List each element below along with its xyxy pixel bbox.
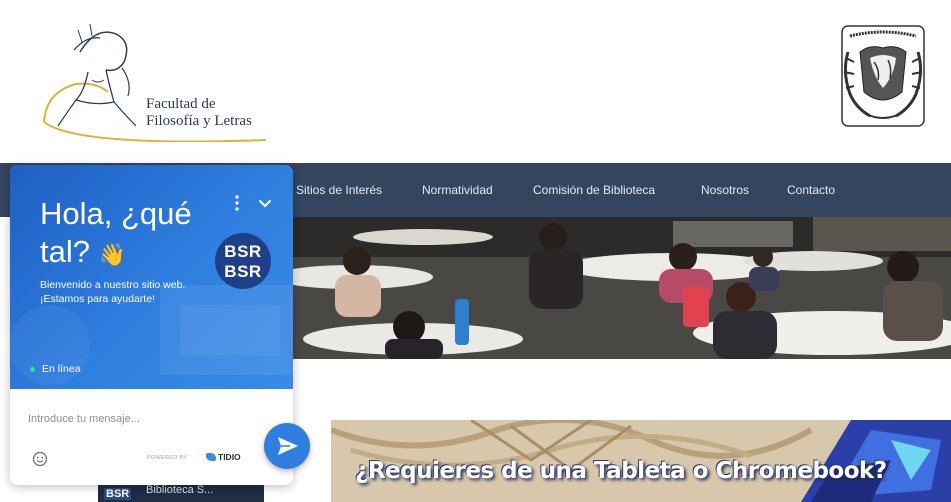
nav-item-normatividad[interactable]: Normatividad: [422, 183, 493, 197]
site-header: Facultad de Filosofía y Letras: [0, 0, 951, 163]
page: Facultad de Filosofía y Letras Sitios de…: [0, 0, 951, 502]
message-input[interactable]: [28, 410, 248, 428]
faculty-name: Facultad de Filosofía y Letras: [146, 96, 252, 130]
faculty-name-line2: Filosofía y Letras: [146, 113, 252, 129]
avatar-line1: BSR: [224, 242, 262, 261]
waving-hand-icon: 👋: [98, 242, 127, 267]
chat-greeting-line1: Hola, ¿qué: [40, 196, 192, 231]
tidio-brand[interactable]: TIDIO: [206, 452, 241, 462]
banner-title: ¿Requieres de una Tableta o Chromebook?: [355, 458, 887, 484]
chat-header: Hola, ¿qué tal? 👋 Bienvenido a nuestro s…: [10, 165, 293, 389]
nav-item-contacto[interactable]: Contacto: [787, 183, 835, 197]
nav-item-nosotros[interactable]: Nosotros: [701, 183, 749, 197]
library-thumbnail[interactable]: BSR Biblioteca S...: [98, 482, 264, 502]
hero-image: [293, 217, 951, 359]
thumbnail-caption: Biblioteca S...: [146, 484, 214, 496]
more-vertical-icon[interactable]: [231, 193, 243, 213]
unam-seal-icon[interactable]: [836, 22, 930, 130]
tidio-logo-icon: [206, 453, 216, 461]
online-status: En línea: [30, 363, 81, 375]
tidio-brand-label: TIDIO: [218, 452, 241, 462]
nav-item-sitios[interactable]: Sitios de Interés: [296, 183, 382, 197]
chat-greeting: Hola, ¿qué tal? 👋: [40, 195, 220, 274]
avatar-line2: BSR: [224, 262, 262, 281]
operator-avatar: BSR BSR: [215, 233, 271, 289]
chat-welcome-text: Bienvenido a nuestro sitio web. ¡Estamos…: [40, 279, 186, 305]
chat-widget: Hola, ¿qué tal? 👋 Bienvenido a nuestro s…: [10, 165, 293, 485]
faculty-name-line1: Facultad de: [146, 96, 216, 112]
powered-by-label: POWERED BY: [147, 455, 188, 461]
thumbnail-logo: BSR: [104, 488, 132, 500]
send-button[interactable]: [264, 423, 310, 469]
online-status-label: En línea: [42, 363, 81, 375]
emoji-icon[interactable]: [32, 451, 48, 467]
nav-item-comision[interactable]: Comisión de Biblioteca: [533, 183, 655, 197]
send-icon: [278, 437, 298, 455]
library-photo: [293, 217, 951, 359]
chat-greeting-line2: tal?: [40, 234, 90, 269]
online-dot-icon: [30, 366, 35, 372]
tablet-loan-banner[interactable]: ¿Requieres de una Tableta o Chromebook?: [331, 420, 951, 502]
chevron-down-icon[interactable]: [257, 195, 273, 211]
